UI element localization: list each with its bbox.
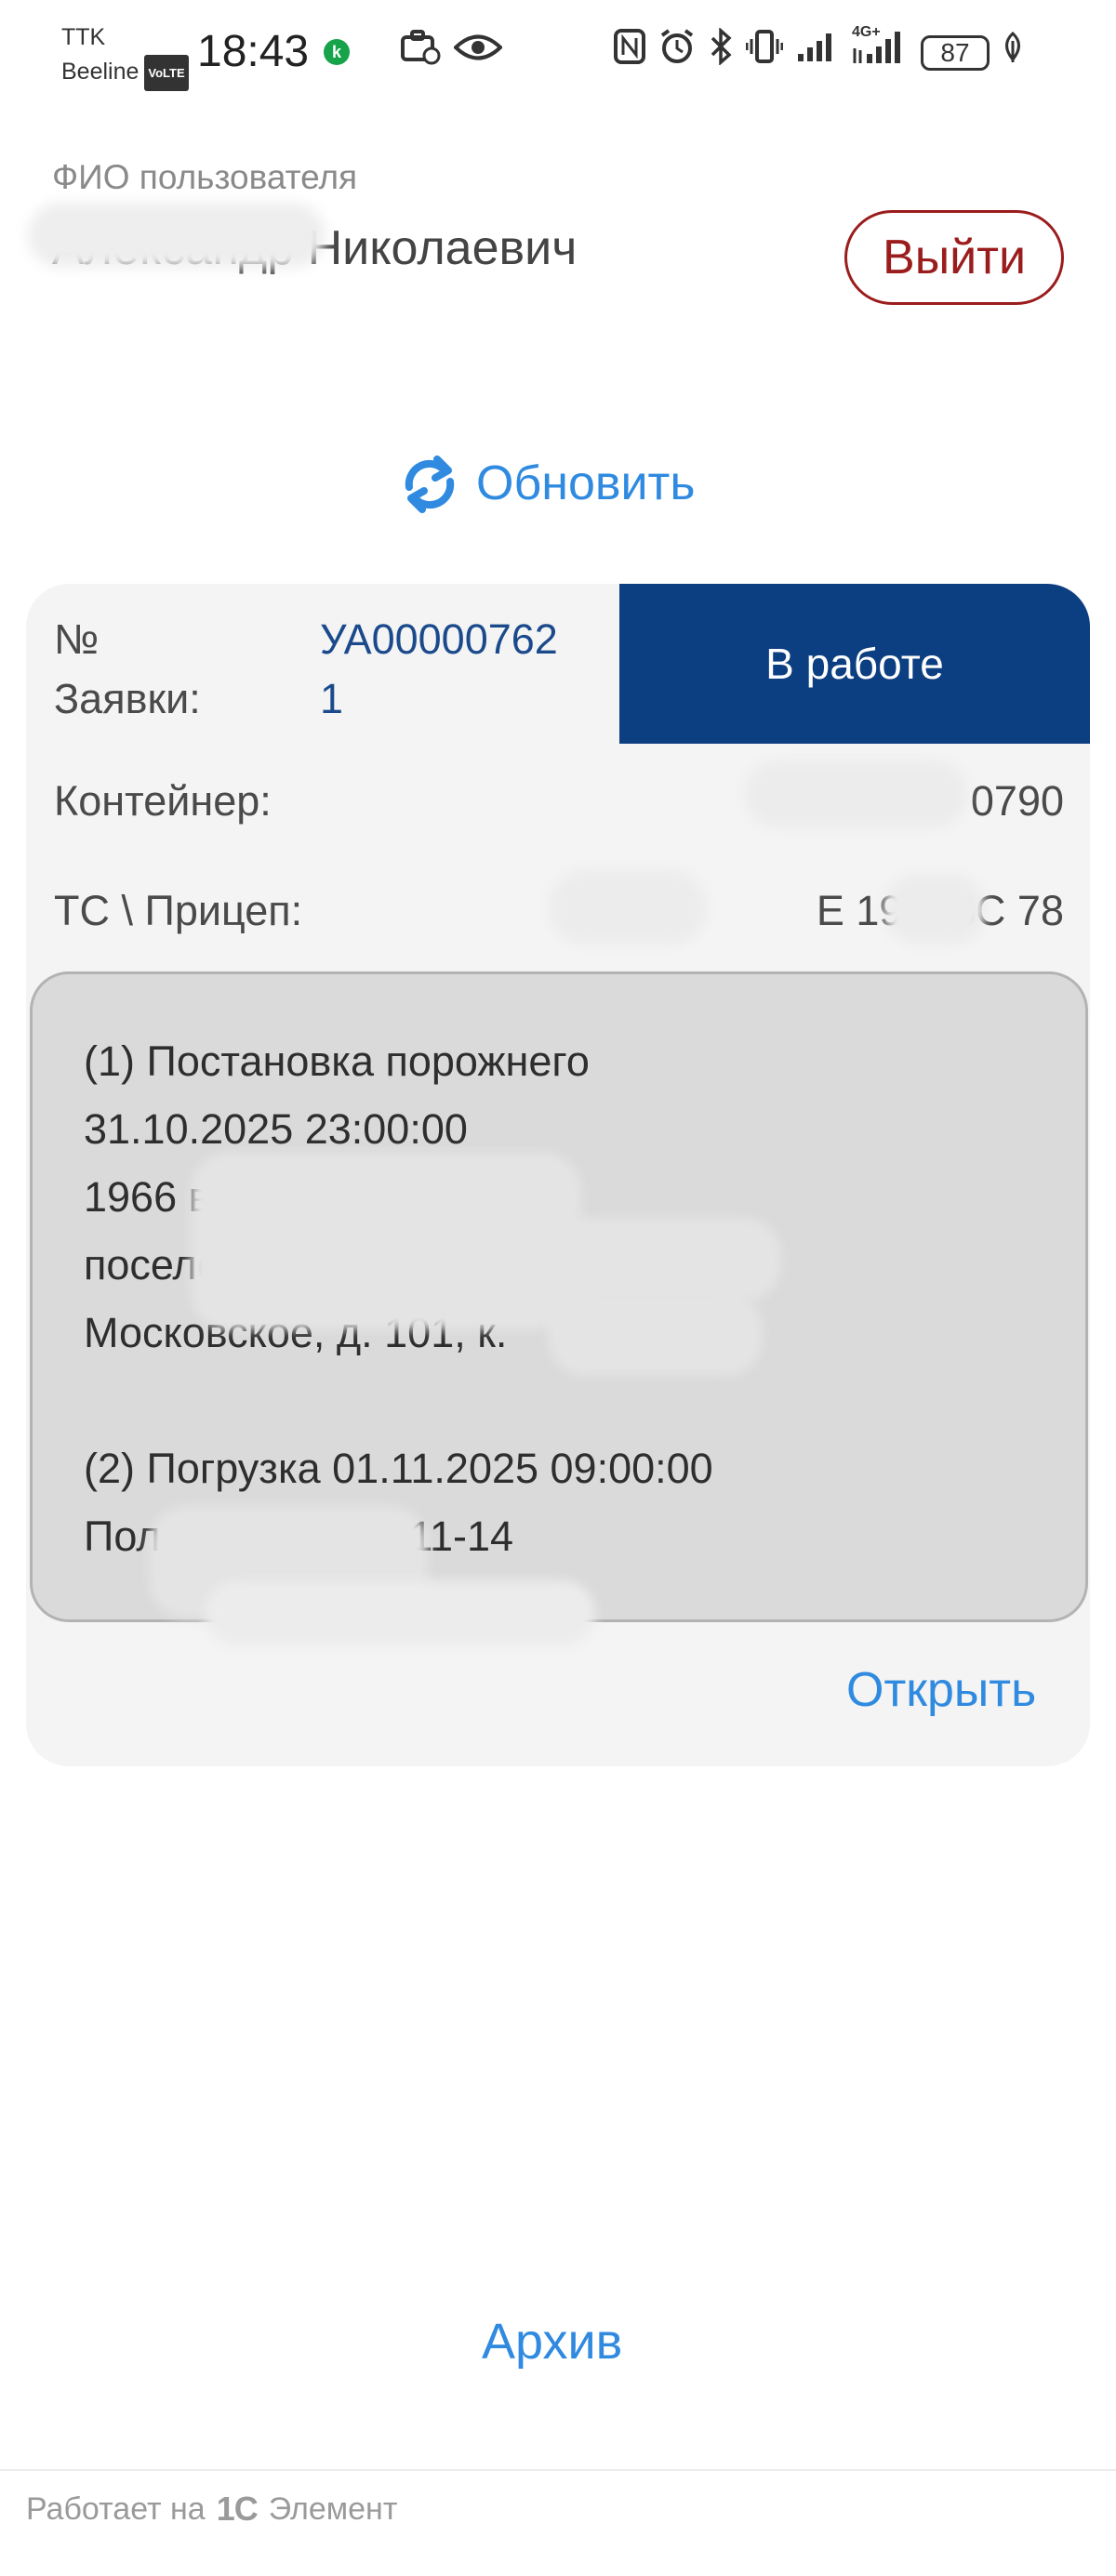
kaspersky-icon: k [324, 39, 350, 65]
footer-divider [0, 2469, 1116, 2471]
status-left-icons [400, 28, 503, 78]
archive-link[interactable]: Архив [482, 2313, 622, 2371]
carrier-ttk: TTK [61, 24, 106, 50]
powered-by-label: Работает на [26, 2490, 206, 2527]
battery-icon: 87 [921, 35, 990, 71]
vehicle-label: ТС \ Прицеп: [54, 887, 303, 934]
eye-icon [453, 30, 503, 76]
volte-badge: VoLTE [144, 55, 189, 91]
refresh-label: Обновить [476, 456, 696, 510]
logout-button[interactable]: Выйти [844, 210, 1064, 305]
status-badge: В работе [619, 584, 1090, 744]
nfc-icon [614, 29, 645, 77]
status-right-icons: 4G+ 87 [614, 24, 1023, 78]
user-label: ФИО пользователя [52, 158, 358, 196]
briefcase-icon [400, 28, 441, 78]
order-number-value: УА00000762 1 [320, 610, 558, 729]
redaction-overlay [549, 1292, 763, 1376]
open-button[interactable]: Открыть [846, 1662, 1036, 1718]
redaction-overlay [205, 1580, 595, 1645]
footer: Работает на 1С Элемент [26, 2490, 397, 2529]
bluetooth-icon [709, 27, 733, 78]
product-name: Элемент [268, 2490, 398, 2527]
redaction-overlay [884, 874, 986, 945]
carrier-beeline-label: Beeline [61, 59, 140, 86]
network-type-label: 4G+ [852, 24, 881, 40]
order-number-label-1: № [54, 615, 100, 663]
redaction-overlay [549, 870, 707, 945]
order-number-value-2: 1 [320, 675, 344, 722]
signal-icon-1 [796, 30, 839, 76]
container-value: 0790 [970, 777, 1064, 825]
status-time: 18:43 [197, 27, 310, 76]
leaf-icon [1003, 30, 1023, 76]
redaction-overlay [744, 760, 967, 827]
redaction-overlay [28, 203, 326, 268]
vibrate-icon [745, 28, 784, 78]
alarm-icon [658, 28, 696, 78]
order-number-value-1: УА00000762 [320, 615, 558, 663]
redaction-overlay [391, 1218, 781, 1301]
refresh-icon [400, 450, 459, 517]
signal-icon-2: 4G+ [852, 24, 908, 78]
status-bar-carrier: TTK Beeline VoLTE [61, 20, 189, 91]
order-number-label-2: Заявки: [54, 675, 201, 722]
order-number-label: № Заявки: [54, 610, 201, 729]
container-label: Контейнер: [54, 777, 272, 825]
1c-logo: 1С [216, 2490, 259, 2528]
carrier-beeline: Beeline VoLTE [61, 55, 189, 91]
refresh-button[interactable]: Обновить [400, 443, 695, 524]
